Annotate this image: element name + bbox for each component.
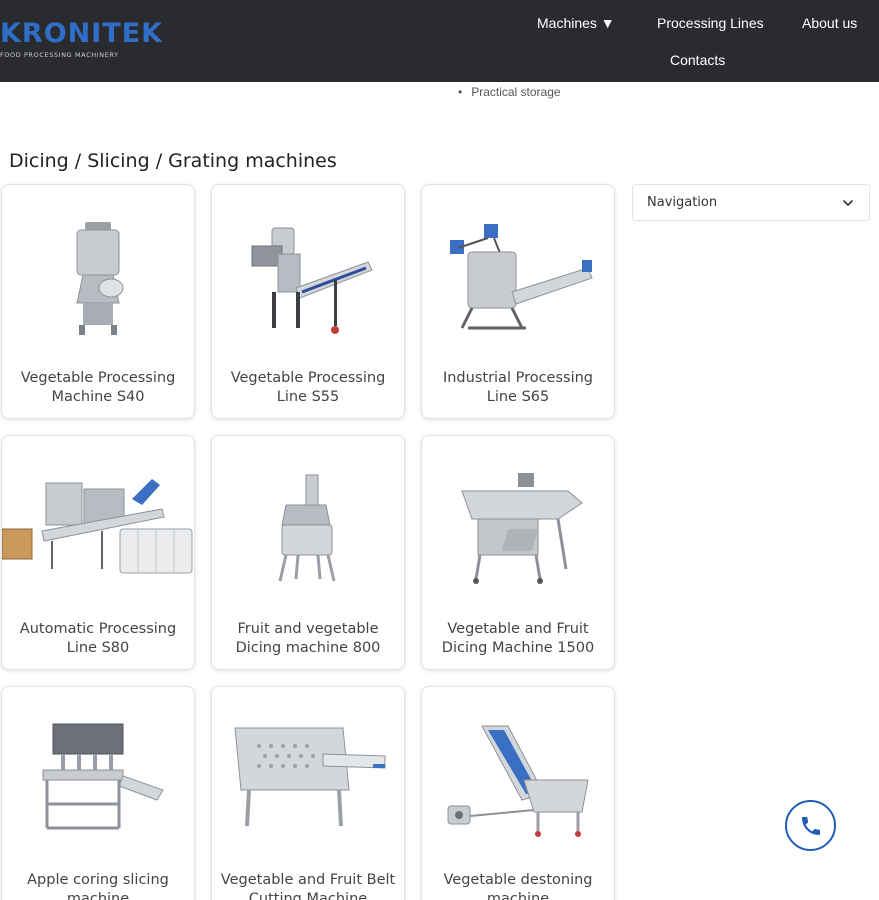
product-image bbox=[2, 195, 194, 360]
product-title: Vegetable Processing Line S55 bbox=[230, 370, 386, 405]
product-card[interactable]: Vegetable and Fruit Belt Cutting Machine bbox=[211, 686, 405, 900]
chevron-down-icon bbox=[843, 199, 853, 206]
phone-icon bbox=[801, 816, 820, 835]
product-image bbox=[422, 446, 614, 611]
product-card[interactable]: Vegetable and Fruit Dicing Machine 1500 bbox=[421, 435, 615, 670]
main-nav: Machines ▼ Processing Lines About us Con… bbox=[0, 0, 879, 82]
feature-bullet: Practical storage bbox=[458, 85, 560, 99]
product-card[interactable]: Industrial Processing Line S65 bbox=[421, 184, 615, 419]
product-title: Vegetable and Fruit Dicing Machine 1500 bbox=[441, 621, 595, 656]
nav-contacts[interactable]: Contacts bbox=[670, 52, 725, 68]
product-title: Vegetable and Fruit Belt Cutting Machine bbox=[220, 872, 396, 900]
navigation-dropdown-label: Navigation bbox=[647, 195, 718, 210]
product-title: Fruit and vegetable Dicing machine 800 bbox=[235, 621, 381, 656]
product-title: Vegetable destoning machine bbox=[443, 872, 593, 900]
product-image bbox=[422, 195, 614, 360]
nav-about-us[interactable]: About us bbox=[802, 15, 857, 31]
product-image bbox=[212, 697, 404, 862]
product-card[interactable]: Apple coring slicing machine bbox=[1, 686, 195, 900]
nav-processing-lines[interactable]: Processing Lines bbox=[657, 15, 764, 31]
product-image bbox=[212, 195, 404, 360]
product-card[interactable]: Vegetable destoning machine bbox=[421, 686, 615, 900]
product-card[interactable]: Vegetable Processing Line S55 bbox=[211, 184, 405, 419]
product-title: Automatic Processing Line S80 bbox=[19, 621, 177, 656]
product-image bbox=[212, 446, 404, 611]
site-header: KRONITEK FOOD PROCESSING MACHINERY Machi… bbox=[0, 0, 879, 82]
section-title: Dicing / Slicing / Grating machines bbox=[9, 150, 337, 172]
product-title: Industrial Processing Line S65 bbox=[442, 370, 594, 405]
call-button[interactable] bbox=[785, 800, 836, 851]
product-image bbox=[2, 697, 194, 862]
product-card[interactable]: Vegetable Processing Machine S40 bbox=[1, 184, 195, 419]
navigation-dropdown[interactable]: Navigation bbox=[632, 184, 870, 221]
product-title: Vegetable Processing Machine S40 bbox=[20, 370, 176, 405]
product-card[interactable]: Fruit and vegetable Dicing machine 800 bbox=[211, 435, 405, 670]
product-card[interactable]: Automatic Processing Line S80 bbox=[1, 435, 195, 670]
product-image bbox=[422, 697, 614, 862]
product-title: Apple coring slicing machine bbox=[27, 872, 169, 900]
product-image bbox=[2, 446, 194, 611]
nav-machines[interactable]: Machines ▼ bbox=[537, 15, 615, 31]
